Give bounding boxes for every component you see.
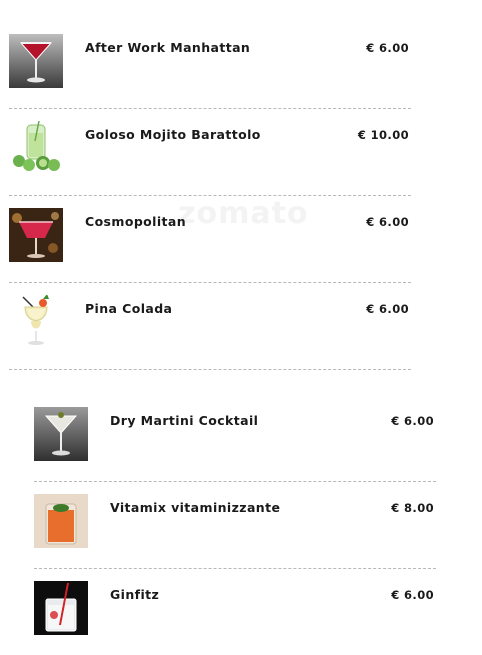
menu-section-1: After Work Manhattan € 6.00 Goloso Mojit… [9,22,411,370]
menu-item[interactable]: Goloso Mojito Barattolo € 10.00 [9,109,411,196]
pina-colada-icon [9,295,63,349]
item-name: Goloso Mojito Barattolo [85,127,261,142]
menu-section-2: Dry Martini Cocktail € 6.00 Vitamix vita… [34,395,436,655]
item-name: After Work Manhattan [85,40,251,55]
martini-red-icon [9,34,63,88]
mojito-jar-icon [9,121,63,175]
item-name: Ginfitz [110,587,160,602]
item-price: € 6.00 [366,302,409,316]
item-price: € 6.00 [366,215,409,229]
item-price: € 6.00 [366,41,409,55]
item-name: Cosmopolitan [85,214,187,229]
menu-item[interactable]: Vitamix vitaminizzante € 8.00 [34,482,436,569]
item-name: Vitamix vitaminizzante [110,500,281,515]
item-price: € 8.00 [391,501,434,515]
item-price: € 10.00 [357,128,409,142]
menu-item[interactable]: After Work Manhattan € 6.00 [9,22,411,109]
cosmopolitan-icon [9,208,63,262]
menu-item[interactable]: Pina Colada € 6.00 [9,283,411,370]
item-name: Pina Colada [85,301,173,316]
item-price: € 6.00 [391,588,434,602]
menu-item[interactable]: Ginfitz € 6.00 [34,569,436,655]
menu-item[interactable]: Cosmopolitan € 6.00 [9,196,411,283]
dry-martini-icon [34,407,88,461]
ginfitz-icon [34,581,88,635]
item-name: Dry Martini Cocktail [110,413,259,428]
orange-drink-icon [34,494,88,548]
menu-item[interactable]: Dry Martini Cocktail € 6.00 [34,395,436,482]
item-price: € 6.00 [391,414,434,428]
